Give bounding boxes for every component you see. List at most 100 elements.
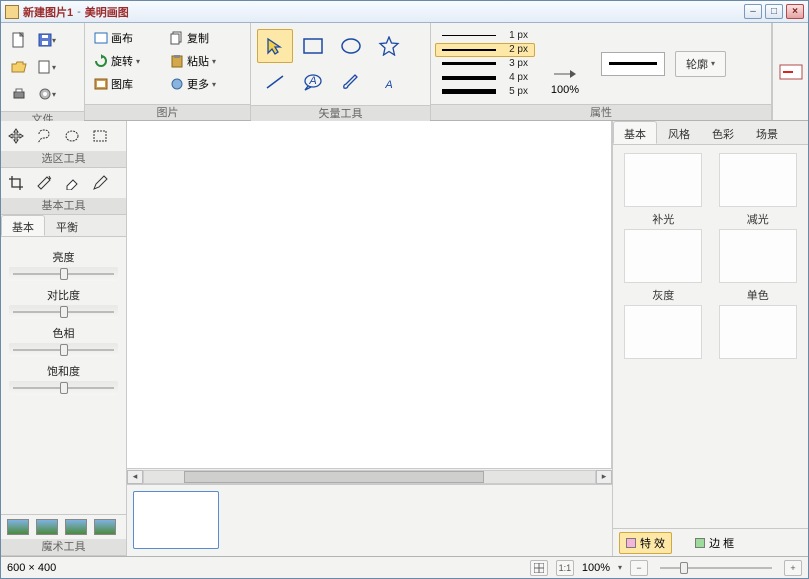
border-icon bbox=[695, 538, 705, 548]
title-bar: 新建图片1 - 美明画图 – □ × bbox=[1, 1, 808, 23]
tool-star[interactable] bbox=[371, 29, 407, 63]
library-button[interactable]: 图库 bbox=[89, 73, 165, 95]
scroll-right-button[interactable]: ▸ bbox=[596, 470, 612, 484]
right-panel: 基本 风格 色彩 场景 补光减光灰度单色 特 效 边 框 bbox=[612, 121, 808, 556]
right-tab-style[interactable]: 风格 bbox=[657, 121, 701, 144]
print-button[interactable] bbox=[6, 82, 32, 106]
canvas[interactable] bbox=[127, 121, 612, 468]
slider-saturation[interactable] bbox=[9, 381, 118, 395]
tool-ellipse[interactable] bbox=[333, 29, 369, 63]
effect-cell[interactable] bbox=[716, 305, 801, 377]
outline-button[interactable]: 轮廓▾ bbox=[675, 51, 726, 77]
maximize-button[interactable]: □ bbox=[765, 4, 783, 19]
tool-pencil[interactable] bbox=[89, 172, 111, 194]
close-button[interactable]: × bbox=[786, 4, 804, 19]
zoom-dropdown[interactable]: ▾ bbox=[618, 563, 622, 572]
stroke-sample[interactable] bbox=[601, 52, 665, 76]
minimize-button[interactable]: – bbox=[744, 4, 762, 19]
magic-preset-2[interactable] bbox=[36, 519, 58, 535]
copy-button[interactable]: 复制 bbox=[165, 27, 241, 49]
tool-rect-select[interactable] bbox=[89, 125, 111, 147]
magic-preset-3[interactable] bbox=[65, 519, 87, 535]
stroke-option-1-px[interactable]: 1 px bbox=[435, 29, 535, 43]
panel-label-basic: 基本工具 bbox=[1, 198, 126, 214]
paste-label: 粘贴 bbox=[187, 53, 209, 69]
border-label: 边 框 bbox=[709, 535, 734, 551]
effect-cell[interactable]: 减光 bbox=[716, 153, 801, 225]
left-tab-basic[interactable]: 基本 bbox=[1, 215, 45, 236]
recent-button[interactable]: ▾ bbox=[34, 55, 60, 79]
effect-cell[interactable]: 单色 bbox=[716, 229, 801, 301]
horizontal-scrollbar[interactable]: ◂ ▸ bbox=[127, 468, 612, 484]
open-button[interactable] bbox=[6, 55, 32, 79]
fit-button[interactable]: 1:1 bbox=[556, 560, 574, 576]
effects-label: 特 效 bbox=[640, 535, 665, 551]
app-icon bbox=[5, 5, 19, 19]
stroke-option-4-px[interactable]: 4 px bbox=[435, 71, 535, 85]
status-zoom: 100% bbox=[582, 562, 610, 574]
stroke-option-5-px[interactable]: 5 px bbox=[435, 85, 535, 99]
tool-line[interactable] bbox=[257, 65, 293, 99]
save-button[interactable]: ▾ bbox=[34, 28, 60, 52]
stroke-width-list[interactable]: 1 px2 px3 px4 px5 px bbox=[435, 27, 535, 100]
tool-eraser[interactable] bbox=[61, 172, 83, 194]
rotate-label: 旋转 bbox=[111, 53, 133, 69]
tool-crop[interactable] bbox=[5, 172, 27, 194]
slider-hue[interactable] bbox=[9, 343, 118, 357]
tool-text[interactable]: A bbox=[371, 65, 407, 99]
slider-contrast[interactable] bbox=[9, 305, 118, 319]
zoom-value: 100% bbox=[551, 84, 579, 96]
zoom-slider[interactable] bbox=[656, 561, 776, 575]
right-tab-basic[interactable]: 基本 bbox=[613, 121, 657, 144]
effect-cell[interactable]: 补光 bbox=[621, 153, 706, 225]
tool-lasso[interactable] bbox=[33, 125, 55, 147]
svg-text:A: A bbox=[384, 79, 392, 91]
left-tab-balance[interactable]: 平衡 bbox=[45, 215, 89, 236]
tool-ellipse-select[interactable] bbox=[61, 125, 83, 147]
settings-button[interactable]: ▾ bbox=[34, 82, 60, 106]
magic-preset-4[interactable] bbox=[94, 519, 116, 535]
left-panel: 选区工具 基本工具 基本 平衡 亮度 对比度 bbox=[1, 121, 127, 556]
rotate-button[interactable]: 旋转▾ bbox=[89, 50, 165, 72]
tool-callout[interactable]: A bbox=[295, 65, 331, 99]
magic-preset-1[interactable] bbox=[7, 519, 29, 535]
tool-wand[interactable] bbox=[33, 172, 55, 194]
document-title: 新建图片1 bbox=[23, 4, 73, 20]
group-label-props: 属性 bbox=[431, 104, 771, 120]
label-brightness: 亮度 bbox=[9, 249, 118, 265]
grid-toggle[interactable] bbox=[530, 560, 548, 576]
effects-icon bbox=[626, 538, 636, 548]
ribbon-extra bbox=[772, 23, 808, 120]
tool-pointer[interactable] bbox=[257, 29, 293, 63]
right-tab-scene[interactable]: 场景 bbox=[745, 121, 789, 144]
zoom-in-button[interactable]: + bbox=[784, 560, 802, 576]
outline-label: 轮廓 bbox=[686, 56, 708, 72]
page-thumbnail[interactable] bbox=[133, 491, 219, 549]
app-title: 美明画图 bbox=[85, 4, 129, 20]
new-file-button[interactable] bbox=[6, 28, 32, 52]
page-filmstrip bbox=[127, 484, 612, 556]
scroll-left-button[interactable]: ◂ bbox=[127, 470, 143, 484]
stroke-option-3-px[interactable]: 3 px bbox=[435, 57, 535, 71]
stroke-option-2-px[interactable]: 2 px bbox=[435, 43, 535, 57]
group-label-vector: 矢量工具 bbox=[251, 105, 430, 121]
title-separator: - bbox=[77, 6, 81, 18]
effect-cell[interactable] bbox=[621, 305, 706, 377]
effect-cell[interactable]: 灰度 bbox=[621, 229, 706, 301]
effects-toggle[interactable]: 特 效 bbox=[619, 532, 672, 554]
more-button[interactable]: 更多▾ bbox=[165, 73, 241, 95]
canvas-button[interactable]: 画布 bbox=[89, 27, 165, 49]
tool-move[interactable] bbox=[5, 125, 27, 147]
copy-label: 复制 bbox=[187, 30, 209, 46]
zoom-out-button[interactable]: − bbox=[630, 560, 648, 576]
paste-button[interactable]: 粘贴▾ bbox=[165, 50, 241, 72]
right-tab-color[interactable]: 色彩 bbox=[701, 121, 745, 144]
border-toggle[interactable]: 边 框 bbox=[688, 532, 741, 554]
canvas-area: ◂ ▸ bbox=[127, 121, 612, 556]
scroll-thumb[interactable] bbox=[184, 471, 484, 483]
tool-rectangle[interactable] bbox=[295, 29, 331, 63]
tool-brush[interactable] bbox=[333, 65, 369, 99]
status-bar: 600 × 400 1:1 100%▾ − + bbox=[1, 556, 808, 578]
slider-brightness[interactable] bbox=[9, 267, 118, 281]
svg-text:A: A bbox=[308, 75, 316, 87]
